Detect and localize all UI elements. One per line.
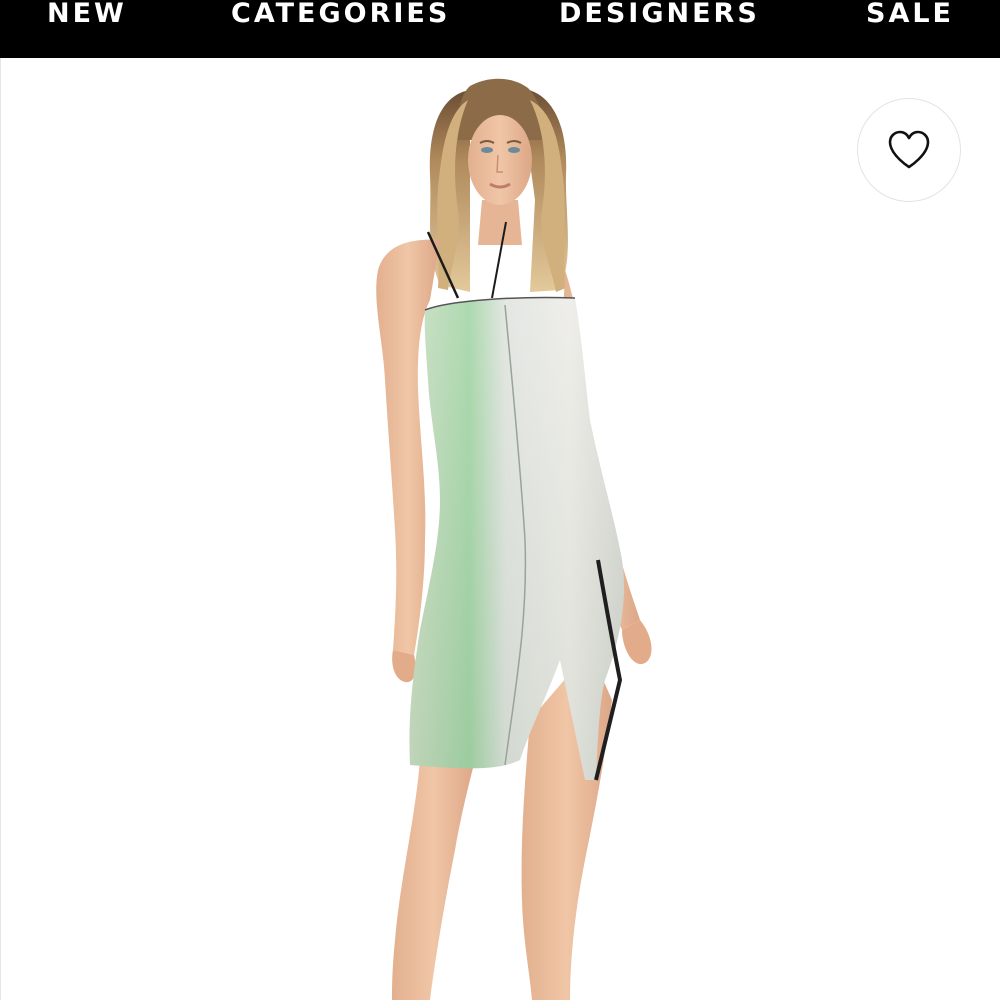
sequin-dress [409,296,625,781]
model-face [468,115,532,205]
nav-item-new[interactable]: NEW [47,0,127,28]
model-left-hand [392,650,416,683]
nav-item-categories[interactable]: CATEGORIES [231,0,450,28]
favorite-button[interactable] [857,98,961,202]
nav-item-sale[interactable]: SALE [866,0,954,28]
nav-item-designers[interactable]: DESIGNERS [559,0,760,28]
top-navigation-bar: NEW CATEGORIES DESIGNERS SALE [0,0,1000,58]
product-page: NEW CATEGORIES DESIGNERS SALE [0,0,1000,1000]
heart-icon [888,130,930,169]
page-divider [0,58,1,1000]
model-neck [478,200,522,245]
product-image[interactable] [300,58,720,1000]
